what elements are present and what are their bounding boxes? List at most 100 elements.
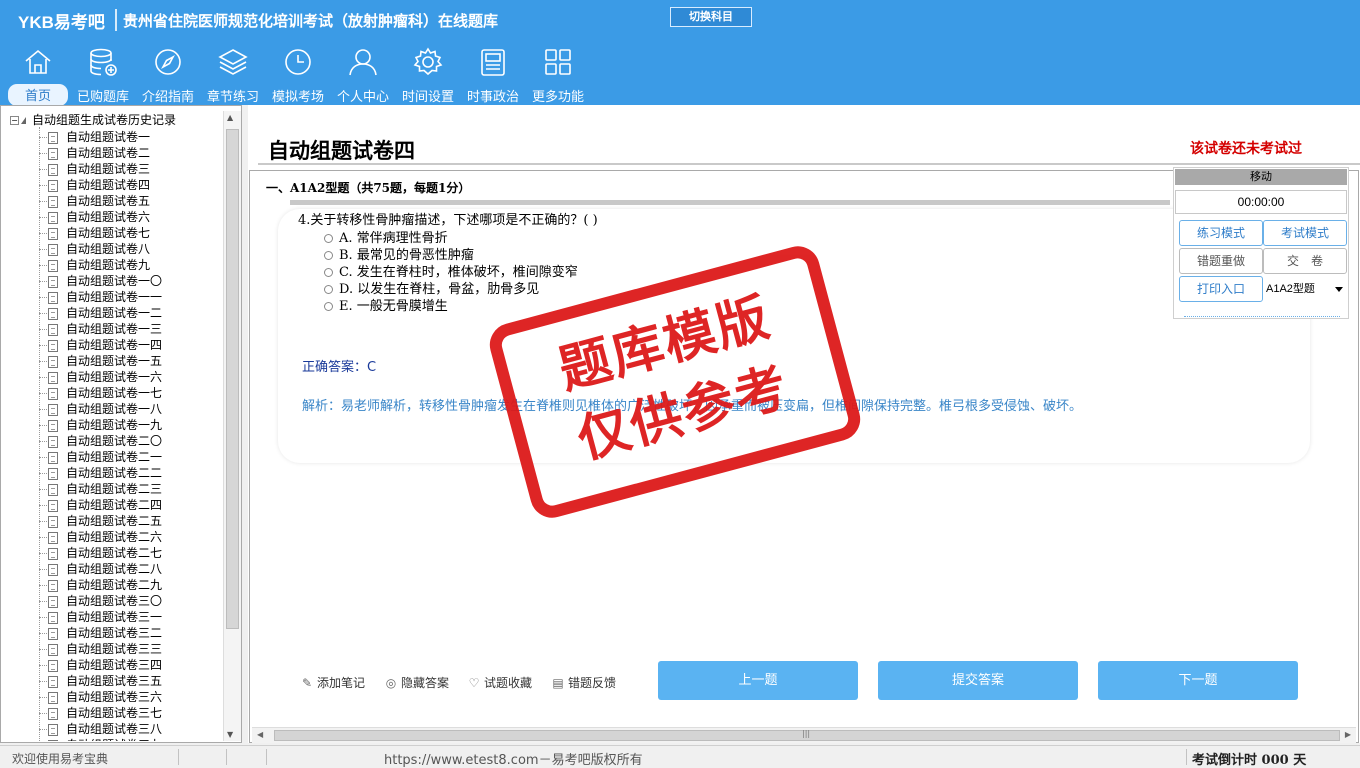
main-horizontal-scrollbar[interactable]: ◀ ||| ▶ — [252, 727, 1356, 743]
document-icon — [48, 307, 58, 320]
tree-item[interactable]: 自动组题试卷二二 — [39, 465, 162, 481]
exam-mode-button[interactable]: 考试模式 — [1263, 220, 1347, 246]
panel-mini-scrollbar[interactable] — [1184, 311, 1340, 317]
tree-item[interactable]: 自动组题试卷二九 — [39, 577, 162, 593]
tree-item-label: 自动组题试卷一四 — [66, 338, 163, 352]
tree-item-label: 自动组题试卷二六 — [66, 530, 163, 544]
tree-item[interactable]: 自动组题试卷一七 — [39, 385, 162, 401]
tree-item[interactable]: 自动组题试卷三〇 — [39, 593, 162, 609]
scroll-down-icon[interactable]: ▼ — [227, 730, 233, 739]
scroll-right-icon[interactable]: ▶ — [1345, 730, 1351, 739]
redo-wrong-button[interactable]: 错题重做 — [1179, 248, 1263, 274]
scroll-left-icon[interactable]: ◀ — [257, 730, 263, 739]
tree-item[interactable]: 自动组题试卷二八 — [39, 561, 162, 577]
tree-item[interactable]: 自动组题试卷一五 — [39, 353, 162, 369]
option-e[interactable]: E. 一般无骨膜增生 — [324, 295, 448, 314]
tree-connector — [39, 361, 47, 362]
tree-item[interactable]: 自动组题试卷三三 — [39, 641, 162, 657]
nav-chapter[interactable]: 章节练习 — [200, 46, 266, 105]
submit-answer-button[interactable]: 提交答案 — [878, 661, 1078, 700]
tree-item[interactable]: 自动组题试卷六 — [39, 209, 150, 225]
section-header: 一、A1A2型题（共75题，每题1分） — [266, 181, 471, 195]
chevron-down-icon[interactable] — [1335, 287, 1343, 292]
nav-exam[interactable]: 模拟考场 — [265, 46, 331, 105]
tree-item[interactable]: 自动组题试卷一九 — [39, 417, 162, 433]
collapse-icon[interactable]: − — [10, 116, 19, 125]
tree-item-label: 自动组题试卷一二 — [66, 306, 163, 320]
tree-item[interactable]: 自动组题试卷一二 — [39, 305, 162, 321]
document-icon — [48, 579, 58, 592]
hide-answer-tool[interactable]: ◎ 隐藏答案 — [384, 674, 449, 691]
tree-item[interactable]: 自动组题试卷五 — [39, 193, 150, 209]
tree-item[interactable]: 自动组题试卷三四 — [39, 657, 162, 673]
panel-drag-handle[interactable]: 移动 — [1175, 169, 1347, 185]
tree-item[interactable]: 自动组题试卷二三 — [39, 481, 162, 497]
tree-item[interactable]: 自动组题试卷七 — [39, 225, 150, 241]
tree-item[interactable]: 自动组题试卷一六 — [39, 369, 162, 385]
document-icon — [48, 707, 58, 720]
radio-icon[interactable] — [324, 268, 333, 277]
submit-paper-button[interactable]: 交 卷 — [1263, 248, 1347, 274]
favorite-tool[interactable]: ♡ 试题收藏 — [467, 674, 532, 691]
switch-subject-button[interactable]: 切换科目 — [670, 7, 752, 27]
tree-item[interactable]: 自动组题试卷二〇 — [39, 433, 162, 449]
feedback-tool[interactable]: ▤ 错题反馈 — [551, 674, 616, 691]
tree-item[interactable]: 自动组题试卷一三 — [39, 321, 162, 337]
tree-item[interactable]: 自动组题试卷一八 — [39, 401, 162, 417]
tree-item[interactable]: 自动组题试卷三二 — [39, 625, 162, 641]
document-icon — [48, 339, 58, 352]
tree-item[interactable]: 自动组题试卷一一 — [39, 289, 162, 305]
tree-scrollbar[interactable]: ▲ ▼ — [223, 111, 241, 741]
tree-item-label: 自动组题试卷三二 — [66, 626, 163, 640]
print-entry-button[interactable]: 打印入口 — [1179, 276, 1263, 302]
tree-item[interactable]: 自动组题试卷二五 — [39, 513, 162, 529]
tree-item[interactable]: 自动组题试卷三 — [39, 161, 150, 177]
nav-purchased-label: 已购题库 — [76, 90, 129, 105]
tree-item[interactable]: 自动组题试卷二一 — [39, 449, 162, 465]
tree-item[interactable]: 自动组题试卷一〇 — [39, 273, 162, 289]
scroll-up-icon[interactable]: ▲ — [227, 113, 233, 122]
tree-item[interactable]: 自动组题试卷三五 — [39, 673, 162, 689]
tree-item[interactable]: 自动组题试卷二六 — [39, 529, 162, 545]
practice-mode-button[interactable]: 练习模式 — [1179, 220, 1263, 246]
tree-item[interactable]: 自动组题试卷一四 — [39, 337, 162, 353]
radio-icon[interactable] — [324, 234, 333, 243]
tree-item[interactable]: 自动组题试卷三七 — [39, 705, 162, 721]
tree-item[interactable]: 自动组题试卷二四 — [39, 497, 162, 513]
option-label: E. 一般无骨膜增生 — [339, 299, 448, 314]
exam-countdown: 考试倒计时 000 天 — [1192, 753, 1307, 768]
tree-item-label: 自动组题试卷三八 — [66, 722, 163, 736]
hide-answer-label: 隐藏答案 — [401, 676, 450, 690]
prev-question-button[interactable]: 上一题 — [658, 661, 858, 700]
nav-time-settings[interactable]: 时间设置 — [395, 46, 461, 105]
radio-icon[interactable] — [324, 285, 333, 294]
nav-more[interactable]: 更多功能 — [525, 46, 591, 105]
tree-item[interactable]: 自动组题试卷八 — [39, 241, 150, 257]
radio-icon[interactable] — [324, 302, 333, 311]
nav-guide[interactable]: 介绍指南 — [135, 46, 201, 105]
tree-scroll-thumb[interactable] — [226, 129, 239, 629]
tree-item[interactable]: 自动组题试卷二七 — [39, 545, 162, 561]
tree-root[interactable]: − 自动组题生成试卷历史记录 — [10, 111, 176, 127]
tree-connector — [39, 601, 47, 602]
tree-item[interactable]: 自动组题试卷三八 — [39, 721, 162, 737]
tree-item[interactable]: 自动组题试卷三一 — [39, 609, 162, 625]
favorite-label: 试题收藏 — [484, 676, 533, 690]
nav-politics[interactable]: 时事政治 — [460, 46, 526, 105]
nav-exam-label: 模拟考场 — [271, 90, 324, 105]
radio-icon[interactable] — [324, 251, 333, 260]
tree-item[interactable]: 自动组题试卷三九 — [39, 737, 162, 741]
next-question-button[interactable]: 下一题 — [1098, 661, 1298, 700]
question-type-select[interactable]: A1A2型题 — [1263, 276, 1347, 302]
tree-connector — [39, 457, 47, 458]
tree-item[interactable]: 自动组题试卷九 — [39, 257, 150, 273]
tree-item[interactable]: 自动组题试卷二 — [39, 145, 150, 161]
nav-personal[interactable]: 个人中心 — [330, 46, 396, 105]
nav-purchased[interactable]: 已购题库 — [70, 46, 136, 105]
document-icon — [48, 147, 58, 160]
tree-item[interactable]: 自动组题试卷一 — [39, 129, 150, 145]
nav-home[interactable]: 首页 — [5, 46, 71, 106]
add-note-tool[interactable]: ✎ 添加笔记 — [300, 674, 365, 691]
tree-item[interactable]: 自动组题试卷四 — [39, 177, 150, 193]
tree-item[interactable]: 自动组题试卷三六 — [39, 689, 162, 705]
